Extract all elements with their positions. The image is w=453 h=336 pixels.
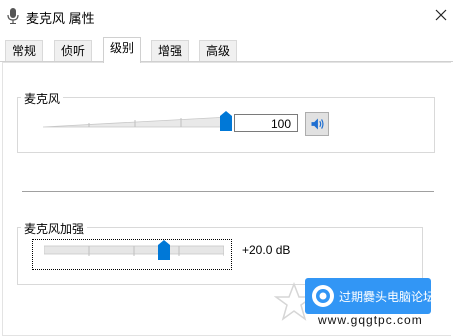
tab-listen[interactable]: 侦听: [54, 40, 93, 61]
microphone-level-thumb[interactable]: [220, 111, 232, 131]
boost-group-label: 麦克风加强: [21, 220, 88, 237]
slider-track: [43, 116, 229, 128]
window-title: 麦克风 属性: [26, 11, 95, 26]
microphone-icon: [7, 8, 19, 24]
boost-level-thumb[interactable]: [158, 240, 171, 260]
slider-track: [44, 245, 224, 256]
microphone-group-label: 麦克风: [21, 90, 64, 107]
boost-level-slider[interactable]: [44, 244, 224, 257]
group-separator: [22, 191, 434, 192]
logo-icon: [312, 285, 334, 307]
tab-general[interactable]: 常规: [5, 40, 44, 61]
microphone-level-value[interactable]: 100: [234, 114, 298, 132]
boost-value: +20.0 dB: [242, 243, 291, 257]
tab-levels[interactable]: 级别: [103, 37, 142, 63]
tab-bar: 常规 侦听 级别 增强 高级: [0, 36, 453, 66]
watermark-url: www.gqgtpc.com: [318, 313, 423, 327]
watermark-banner: 过期爨头电脑论坛: [305, 278, 435, 314]
tab-strip-border: [0, 61, 453, 62]
tab-advanced[interactable]: 高级: [199, 40, 238, 61]
close-icon[interactable]: [431, 5, 451, 25]
title-bar: 麦克风 属性: [0, 0, 453, 32]
tab-enhancements[interactable]: 增强: [151, 40, 190, 61]
speaker-icon[interactable]: [305, 112, 329, 136]
microphone-level-slider[interactable]: [43, 115, 229, 128]
watermark-text: 过期爨头电脑论坛: [339, 290, 436, 304]
